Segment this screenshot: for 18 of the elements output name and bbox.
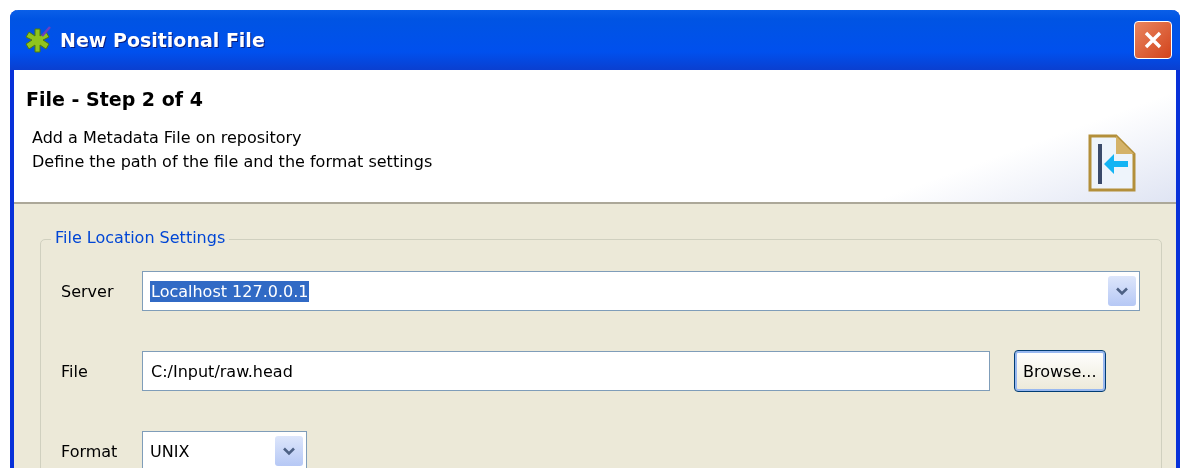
window-title: New Positional File bbox=[60, 29, 266, 51]
close-button[interactable] bbox=[1134, 21, 1172, 59]
description-text: Define the path of the file and the format settings bbox=[31, 151, 434, 173]
group-title: File Location Settings bbox=[51, 228, 230, 247]
dropdown[interactable]: UNIX bbox=[142, 431, 307, 468]
asterisk-icon bbox=[24, 26, 52, 54]
chevron-down-icon bbox=[283, 446, 295, 456]
field-label: Format bbox=[61, 441, 119, 461]
field-label: File bbox=[61, 361, 89, 381]
file-path-field[interactable]: C:/Input/raw.head bbox=[142, 351, 990, 391]
close-icon bbox=[1143, 30, 1163, 50]
description-text: Add a Metadata File on repository bbox=[31, 127, 303, 149]
field-label: Server bbox=[61, 281, 115, 301]
browse-button[interactable]: Browse... bbox=[1014, 350, 1106, 392]
document-arrow-icon bbox=[1088, 134, 1136, 192]
chevron-down-icon bbox=[1116, 286, 1128, 296]
step-title: File - Step 2 of 4 bbox=[26, 88, 204, 110]
dropdown[interactable]: Localhost 127.0.0.1 bbox=[142, 271, 1140, 311]
